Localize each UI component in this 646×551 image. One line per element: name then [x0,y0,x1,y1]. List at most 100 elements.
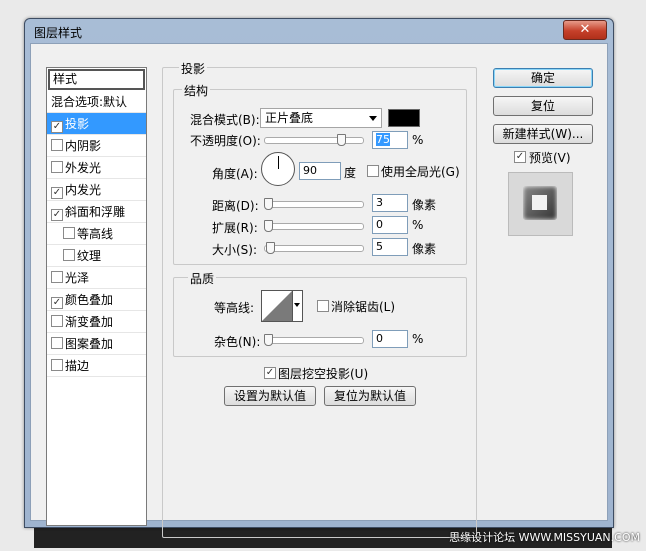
size-unit: 像素 [412,242,437,256]
opacity-input[interactable]: 75 [372,131,408,149]
noise-slider[interactable] [264,337,364,344]
preview-checkbox[interactable] [514,151,526,163]
structure-group: 结构 混合模式(B): 正片叠底 不透明度(O): 75 % 角度(A): 90… [173,82,467,265]
quality-title: 品质 [188,270,217,287]
style-list-item[interactable]: 投影 [47,113,146,135]
structure-title: 结构 [182,82,211,99]
global-light-checkbox[interactable] [367,165,379,177]
styles-list: 样式 混合选项:默认投影内阴影外发光内发光斜面和浮雕等高线纹理光泽颜色叠加渐变叠… [46,67,147,526]
ok-button[interactable]: 确定 [493,68,593,88]
size-slider[interactable] [264,245,364,252]
preview-label: 预览(V) [529,151,571,165]
style-checkbox[interactable] [51,359,63,371]
distance-label: 距离(D): [212,199,259,213]
blend-mode-value: 正片叠底 [265,111,314,125]
style-list-item-label: 渐变叠加 [65,315,114,329]
noise-label: 杂色(N): [214,335,261,349]
spread-slider[interactable] [264,223,364,230]
angle-unit: 度 [344,166,357,180]
style-checkbox[interactable] [63,227,75,239]
distance-unit: 像素 [412,198,437,212]
style-list-item[interactable]: 描边 [47,355,146,377]
style-list-item-label: 图案叠加 [65,337,114,351]
style-list-item-label: 外发光 [65,161,102,175]
opacity-slider[interactable] [264,137,364,144]
new-style-button[interactable]: 新建样式(W)... [493,124,593,144]
style-checkbox[interactable] [51,271,63,283]
style-list-item[interactable]: 等高线 [47,223,146,245]
title-bar[interactable]: 图层样式 ✕ [25,19,613,43]
contour-label: 等高线: [214,301,255,315]
style-list-item[interactable]: 内阴影 [47,135,146,157]
style-list-item[interactable]: 颜色叠加 [47,289,146,311]
style-preview-thumbnail [508,172,573,236]
style-list-item[interactable]: 图案叠加 [47,333,146,355]
style-checkbox[interactable] [51,139,63,151]
dialog-client-area: 样式 混合选项:默认投影内阴影外发光内发光斜面和浮雕等高线纹理光泽颜色叠加渐变叠… [30,43,608,538]
style-list-item[interactable]: 渐变叠加 [47,311,146,333]
size-input[interactable]: 5 [372,238,408,256]
opacity-slider-handle[interactable] [337,134,346,146]
style-checkbox[interactable] [51,297,63,309]
angle-dial-hand [278,156,279,169]
reset-default-button[interactable]: 复位为默认值 [324,386,416,406]
distance-slider[interactable] [264,201,364,208]
global-light-label: 使用全局光(G) [381,165,460,179]
style-list-item-label: 投影 [65,117,90,131]
anti-alias-checkbox[interactable] [317,300,329,312]
distance-input[interactable]: 3 [372,194,408,212]
opacity-value: 75 [376,133,390,146]
distance-slider-handle[interactable] [264,198,273,210]
drop-shadow-title: 投影 [179,60,208,77]
noise-input[interactable]: 0 [372,330,408,348]
style-list-item-label: 等高线 [77,227,114,241]
contour-picker[interactable] [261,290,303,322]
style-list-item-label: 混合选项:默认 [51,95,128,109]
blend-mode-label: 混合模式(B): [190,113,260,127]
anti-alias-label: 消除锯齿(L) [331,300,396,314]
size-label: 大小(S): [212,243,258,257]
knockout-checkbox[interactable] [264,367,276,379]
contour-curve-icon [262,291,292,321]
style-list-item[interactable]: 混合选项:默认 [47,91,146,113]
angle-label: 角度(A): [212,167,258,181]
style-list-item[interactable]: 纹理 [47,245,146,267]
style-checkbox[interactable] [63,249,75,261]
style-list-item-label: 内阴影 [65,139,102,153]
preview-inner [532,195,547,210]
spread-input[interactable]: 0 [372,216,408,234]
reset-button[interactable]: 复位 [493,96,593,116]
preview-swatch [523,186,557,220]
spread-slider-handle[interactable] [264,220,273,232]
style-list-item[interactable]: 斜面和浮雕 [47,201,146,223]
shadow-color-swatch[interactable] [388,109,420,127]
style-list-item[interactable]: 内发光 [47,179,146,201]
size-slider-handle[interactable] [266,242,275,254]
make-default-button[interactable]: 设置为默认值 [224,386,316,406]
style-list-item-label: 纹理 [77,249,102,263]
style-checkbox[interactable] [51,121,63,133]
style-checkbox[interactable] [51,315,63,327]
styles-list-header[interactable]: 样式 [48,69,145,90]
spread-unit: % [412,218,424,232]
watermark: 思缘设计论坛 WWW.MISSYUAN.COM [449,531,640,544]
dialog-title: 图层样式 [34,26,83,40]
style-list-item-label: 光泽 [65,271,90,285]
chevron-down-icon [369,116,377,121]
angle-input[interactable]: 90 [299,162,341,180]
style-checkbox[interactable] [51,209,63,221]
style-list-item-label: 斜面和浮雕 [65,205,126,219]
noise-slider-handle[interactable] [264,334,273,346]
angle-dial[interactable] [261,152,295,186]
style-checkbox[interactable] [51,187,63,199]
close-button[interactable]: ✕ [563,20,607,40]
blend-mode-select[interactable]: 正片叠底 [260,108,382,128]
opacity-label: 不透明度(O): [190,134,261,148]
chevron-down-icon[interactable] [292,291,302,321]
style-checkbox[interactable] [51,337,63,349]
style-checkbox[interactable] [51,161,63,173]
style-list-item[interactable]: 外发光 [47,157,146,179]
opacity-unit: % [412,133,424,147]
style-list-item[interactable]: 光泽 [47,267,146,289]
spread-label: 扩展(R): [212,221,258,235]
